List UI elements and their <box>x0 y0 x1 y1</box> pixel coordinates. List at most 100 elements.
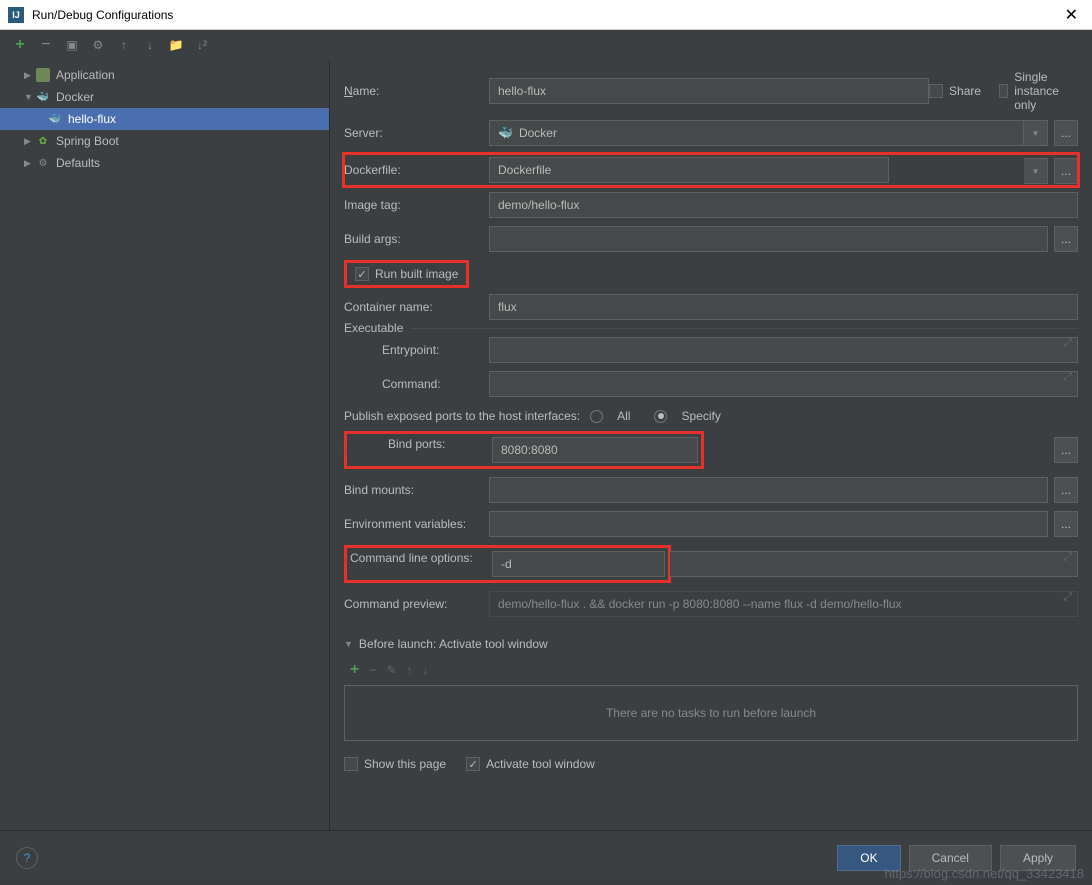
down-icon[interactable]: ↓ <box>142 37 158 53</box>
edit-task-icon[interactable]: ✎ <box>386 663 396 677</box>
watermark: https://blog.csdn.net/qq_33423418 <box>885 866 1085 881</box>
drag-handle-icon[interactable]: ⋮⋮ <box>336 446 348 455</box>
label-env-vars: Environment variables: <box>344 517 489 531</box>
dockerfile-more-button[interactable]: ... <box>1054 158 1078 184</box>
row-image-tag: Image tag: <box>344 192 1078 218</box>
bind-mounts-more-button[interactable]: ... <box>1054 477 1078 503</box>
sort-icon[interactable]: ↓² <box>194 37 210 53</box>
executable-legend: Executable <box>344 321 411 335</box>
application-icon <box>36 68 50 82</box>
app-icon: IJ <box>8 7 24 23</box>
bind-ports-input[interactable] <box>492 437 698 463</box>
single-instance-label: Single instance only <box>1014 70 1078 112</box>
container-name-input[interactable] <box>489 294 1078 320</box>
checkbox-icon <box>344 757 358 771</box>
config-tree: ▶ Application ▼ 🐳 Docker 🐳 hello-flux ▶ … <box>0 60 330 830</box>
add-icon[interactable]: + <box>12 37 28 53</box>
run-built-check[interactable]: Run built image <box>347 263 466 285</box>
radio-specify[interactable] <box>654 410 667 423</box>
settings-icon[interactable]: ⚙ <box>90 37 106 53</box>
dockerfile-dropdown[interactable]: ▼ <box>1024 158 1048 184</box>
tree-docker[interactable]: ▼ 🐳 Docker <box>0 86 329 108</box>
share-check[interactable]: Share <box>929 84 981 98</box>
copy-icon[interactable]: ▣ <box>64 37 80 53</box>
bind-mounts-input[interactable] <box>489 477 1048 503</box>
bind-ports-more-button[interactable]: ... <box>1054 437 1078 463</box>
label-dockerfile: Dockerfile: <box>344 163 489 177</box>
build-args-more-button[interactable]: ... <box>1054 226 1078 252</box>
radio-specify-label[interactable]: Specify <box>681 409 720 423</box>
add-task-icon[interactable]: + <box>350 661 359 679</box>
tree-label: hello-flux <box>68 112 116 126</box>
row-name: Name: Share Single instance only <box>344 70 1078 112</box>
help-icon[interactable]: ? <box>16 847 38 869</box>
label-server: Server: <box>344 126 489 140</box>
show-page-check[interactable]: Show this page <box>344 757 446 771</box>
server-select[interactable]: 🐳 Docker <box>489 120 1024 146</box>
no-tasks-label: There are no tasks to run before launch <box>606 706 816 720</box>
up-task-icon[interactable]: ↑ <box>406 663 412 677</box>
tree-spring-boot[interactable]: ▶ ✿ Spring Boot <box>0 130 329 152</box>
row-entrypoint: Entrypoint: ⤢ <box>344 337 1078 363</box>
label-name: Name: <box>344 84 489 98</box>
cmd-preview-field: demo/hello-flux . && docker run -p 8080:… <box>489 591 1078 617</box>
up-icon[interactable]: ↑ <box>116 37 132 53</box>
radio-all[interactable] <box>590 410 603 423</box>
tree-hello-flux[interactable]: 🐳 hello-flux <box>0 108 329 130</box>
label-command: Command: <box>344 377 489 391</box>
single-instance-check[interactable]: Single instance only <box>999 70 1078 112</box>
cmd-preview-value: demo/hello-flux . && docker run -p 8080:… <box>498 597 902 611</box>
remove-task-icon[interactable]: − <box>369 663 376 677</box>
cmd-options-ext[interactable] <box>670 551 1078 577</box>
before-launch-toolbar: + − ✎ ↑ ↓ <box>344 657 1078 683</box>
dropdown-icon[interactable]: ▼ <box>1024 120 1048 146</box>
docker-icon: 🐳 <box>498 126 513 140</box>
command-input[interactable] <box>489 371 1078 397</box>
build-args-input[interactable] <box>489 226 1048 252</box>
activate-tool-label: Activate tool window <box>486 757 595 771</box>
row-server: Server: 🐳 Docker ▼ ... <box>344 120 1078 146</box>
env-vars-input[interactable] <box>489 511 1048 537</box>
row-container-name: Container name: <box>344 294 1078 320</box>
docker-icon: 🐳 <box>36 90 50 104</box>
folder-icon[interactable]: 📁 <box>168 37 184 53</box>
label-container-name: Container name: <box>344 300 489 314</box>
window-title: Run/Debug Configurations <box>32 8 173 22</box>
image-tag-input[interactable] <box>489 192 1078 218</box>
label-image-tag: Image tag: <box>344 198 489 212</box>
label-bind-ports: Bind ports: <box>350 437 492 463</box>
entrypoint-input[interactable] <box>489 337 1078 363</box>
tree-label: Defaults <box>56 156 100 170</box>
row-bind-ports: ⋮⋮ Bind ports: ... <box>344 431 1078 469</box>
executable-fieldset: Executable Entrypoint: ⤢ Command: ⤢ <box>344 328 1078 397</box>
close-icon[interactable]: ✕ <box>1059 5 1084 25</box>
main: ▶ Application ▼ 🐳 Docker 🐳 hello-flux ▶ … <box>0 60 1092 830</box>
checkbox-icon <box>999 84 1008 98</box>
checkbox-icon <box>355 267 369 281</box>
tree-label: Application <box>56 68 115 82</box>
row-cmd-options: Command line options: ⤢ <box>344 545 1078 583</box>
tree-application[interactable]: ▶ Application <box>0 64 329 86</box>
before-launch-header[interactable]: ▼ Before launch: Activate tool window <box>344 637 1078 651</box>
radio-all-label[interactable]: All <box>617 409 630 423</box>
spring-icon: ✿ <box>36 134 50 148</box>
checkbox-icon <box>929 84 943 98</box>
down-task-icon[interactable]: ↓ <box>422 663 428 677</box>
tree-defaults[interactable]: ▶ ⚙ Defaults <box>0 152 329 174</box>
row-build-args: Build args: ... <box>344 226 1078 252</box>
dockerfile-input[interactable] <box>489 157 889 183</box>
remove-icon[interactable]: − <box>38 37 54 53</box>
task-list: There are no tasks to run before launch <box>344 685 1078 741</box>
row-bind-mounts: Bind mounts: ... <box>344 477 1078 503</box>
env-vars-more-button[interactable]: ... <box>1054 511 1078 537</box>
server-more-button[interactable]: ... <box>1054 120 1078 146</box>
chevron-right-icon: ▶ <box>24 136 34 147</box>
chevron-right-icon: ▶ <box>24 70 34 81</box>
activate-tool-check[interactable]: Activate tool window <box>466 757 595 771</box>
cmd-options-input[interactable] <box>492 551 665 577</box>
name-input[interactable] <box>489 78 929 104</box>
label-bind-mounts: Bind mounts: <box>344 483 489 497</box>
label-publish-ports: Publish exposed ports to the host interf… <box>344 409 580 423</box>
tree-label: Docker <box>56 90 94 104</box>
tree-label: Spring Boot <box>56 134 119 148</box>
